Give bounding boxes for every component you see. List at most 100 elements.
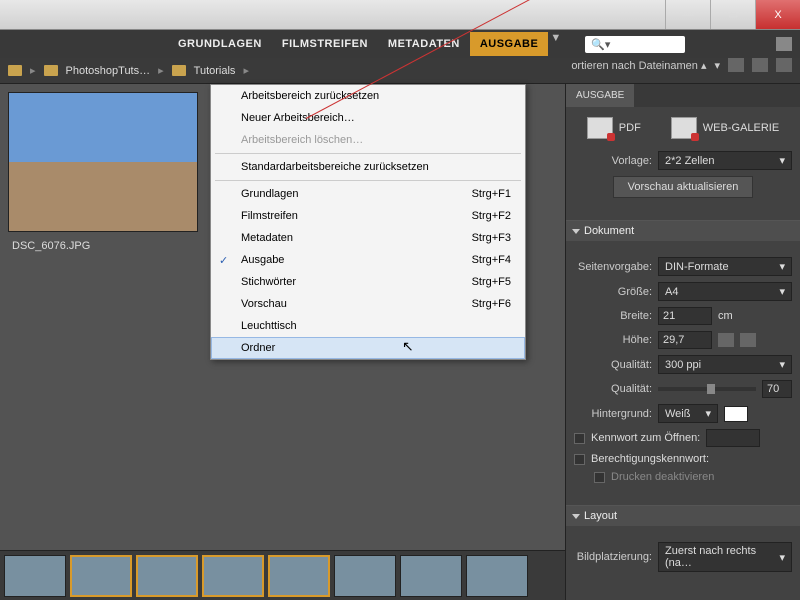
webgalerie-icon	[671, 117, 697, 139]
menu-item-label: Grundlagen	[241, 188, 299, 200]
menu-item-label: Arbeitsbereich löschen…	[241, 134, 363, 146]
filmstrip-item[interactable]	[466, 555, 528, 597]
qualitaet2-label: Qualität:	[574, 383, 652, 395]
menu-item-label: Neuer Arbeitsbereich…	[241, 112, 355, 124]
menu-item-label: Metadaten	[241, 232, 293, 244]
qualitaet-value-input[interactable]	[762, 380, 792, 398]
pdf-label: PDF	[619, 122, 641, 134]
menu-item-shortcut: Strg+F5	[472, 276, 511, 288]
menu-item-label: Stichwörter	[241, 276, 296, 288]
top-bar: GRUNDLAGEN FILMSTREIFEN METADATEN AUSGAB…	[0, 30, 800, 58]
menu-separator	[215, 180, 521, 181]
print-icon[interactable]	[776, 37, 792, 51]
pdf-button[interactable]: PDF	[587, 117, 641, 139]
menu-item-shortcut: Strg+F3	[472, 232, 511, 244]
panel-body: PDF WEB-GALERIE Vorlage: 2*2 Zellen▾ Vor…	[566, 107, 800, 214]
filmstrip-item[interactable]	[4, 555, 66, 597]
triangle-icon	[572, 229, 580, 234]
menu-item[interactable]: Ordner	[211, 337, 525, 359]
breite-label: Breite:	[574, 310, 652, 322]
berechtigung-label: Berechtigungskennwort:	[591, 453, 709, 465]
webgalerie-button[interactable]: WEB-GALERIE	[671, 117, 779, 139]
vorlage-select[interactable]: 2*2 Zellen▾	[658, 151, 792, 170]
hintergrund-select[interactable]: Weiß▾	[658, 404, 718, 423]
menu-item[interactable]: Neuer Arbeitsbereich…	[211, 107, 525, 129]
sort-dropdown[interactable]: ortieren nach Dateinamen ▴	[571, 59, 706, 72]
dokument-section: Dokument Seitenvorgabe: DIN-Formate▾ Größ…	[566, 220, 800, 499]
tab-filmstreifen[interactable]: FILMSTREIFEN	[272, 32, 378, 56]
menu-item[interactable]: Standardarbeitsbereiche zurücksetzen	[211, 156, 525, 178]
workspace-dropdown-icon[interactable]: ▼	[550, 32, 561, 56]
breadcrumb-sep: ▸	[243, 64, 249, 77]
drucken-label: Drucken deaktivieren	[611, 471, 714, 483]
breadcrumb-item[interactable]: Tutorials	[194, 65, 236, 77]
vorschau-button[interactable]: Vorschau aktualisieren	[613, 176, 754, 198]
layout-section: Layout Bildplatzierung:Zuerst nach recht…	[566, 505, 800, 588]
orientation-icon[interactable]	[740, 333, 756, 347]
search-input[interactable]: 🔍▾	[585, 36, 685, 53]
menu-item[interactable]: Arbeitsbereich zurücksetzen	[211, 85, 525, 107]
menu-item[interactable]: Stichwörter Strg+F5	[211, 271, 525, 293]
filmstrip-item[interactable]	[70, 555, 132, 597]
output-type-buttons: PDF WEB-GALERIE	[574, 117, 792, 139]
menu-item[interactable]: FilmstreifenStrg+F2	[211, 205, 525, 227]
filmstrip-item[interactable]	[202, 555, 264, 597]
menu-item: Arbeitsbereich löschen…	[211, 129, 525, 151]
menu-item[interactable]: Leuchttisch	[211, 315, 525, 337]
check-icon: ✓	[219, 254, 228, 267]
hoehe-label: Höhe:	[574, 334, 652, 346]
menu-item-label: Ordner	[241, 342, 275, 354]
tab-metadaten[interactable]: METADATEN	[378, 32, 470, 56]
berechtigung-checkbox[interactable]	[574, 454, 585, 465]
qualitaet-select[interactable]: 300 ppi▾	[658, 355, 792, 374]
dokument-header[interactable]: Dokument	[566, 221, 800, 241]
cursor-icon: ↖	[402, 338, 414, 355]
workspace-dropdown-menu: Arbeitsbereich zurücksetzen Neuer Arbeits…	[210, 84, 526, 360]
qualitaet-label: Qualität:	[574, 359, 652, 371]
kennwort-checkbox[interactable]	[574, 433, 585, 444]
groesse-select[interactable]: A4▾	[658, 282, 792, 301]
menu-item[interactable]: Metadaten Strg+F3	[211, 227, 525, 249]
menu-item-label: Standardarbeitsbereiche zurücksetzen	[241, 161, 429, 173]
layout-header[interactable]: Layout	[566, 506, 800, 526]
menu-item[interactable]: Grundlagen Strg+F1	[211, 183, 525, 205]
menu-item-label: Vorschau	[241, 298, 287, 310]
menu-item[interactable]: VorschauStrg+F6	[211, 293, 525, 315]
tab-grundlagen[interactable]: GRUNDLAGEN	[168, 32, 272, 56]
seitenvorgabe-select[interactable]: DIN-Formate▾	[658, 257, 792, 276]
close-button[interactable]: X	[755, 0, 800, 29]
trash-icon[interactable]	[776, 58, 792, 72]
menu-item-label: Leuchttisch	[241, 320, 297, 332]
bildplatzierung-select[interactable]: Zuerst nach rechts (na…▾	[658, 542, 792, 572]
menu-item-label: Ausgabe	[241, 254, 284, 266]
seitenvorgabe-label: Seitenvorgabe:	[574, 261, 652, 273]
breite-input[interactable]	[658, 307, 712, 325]
panel-tab-ausgabe[interactable]: AUSGABE	[566, 84, 634, 107]
minimize-button[interactable]: —	[665, 0, 710, 29]
thumbnail[interactable]: DSC_6076.JPG	[8, 92, 198, 314]
webgalerie-label: WEB-GALERIE	[703, 122, 779, 134]
color-swatch[interactable]	[724, 406, 748, 422]
filmstrip-item[interactable]	[334, 555, 396, 597]
filmstrip-item[interactable]	[136, 555, 198, 597]
orientation-icon[interactable]	[718, 333, 734, 347]
menu-item-shortcut: Strg+F1	[472, 188, 511, 200]
hoehe-input[interactable]	[658, 331, 712, 349]
groesse-label: Größe:	[574, 286, 652, 298]
vorlage-row: Vorlage: 2*2 Zellen▾	[574, 151, 792, 170]
drucken-checkbox[interactable]	[594, 472, 605, 483]
breadcrumb-item[interactable]: PhotoshopTuts…	[66, 65, 151, 77]
open-icon[interactable]	[752, 58, 768, 72]
maximize-button[interactable]: ▭	[710, 0, 755, 29]
kennwort-label: Kennwort zum Öffnen:	[591, 432, 700, 444]
filmstrip-item[interactable]	[268, 555, 330, 597]
menu-item[interactable]: ✓AusgabeStrg+F4	[211, 249, 525, 271]
qualitaet-slider[interactable]	[658, 387, 756, 391]
triangle-icon	[572, 514, 580, 519]
tab-ausgabe[interactable]: AUSGABE	[470, 32, 549, 56]
filmstrip-item[interactable]	[400, 555, 462, 597]
open-recent-icon[interactable]	[728, 58, 744, 72]
kennwort-input[interactable]	[706, 429, 760, 447]
breadcrumb-sep: ▸	[30, 64, 36, 77]
sort-arrow-icon[interactable]: ▾	[714, 59, 720, 72]
